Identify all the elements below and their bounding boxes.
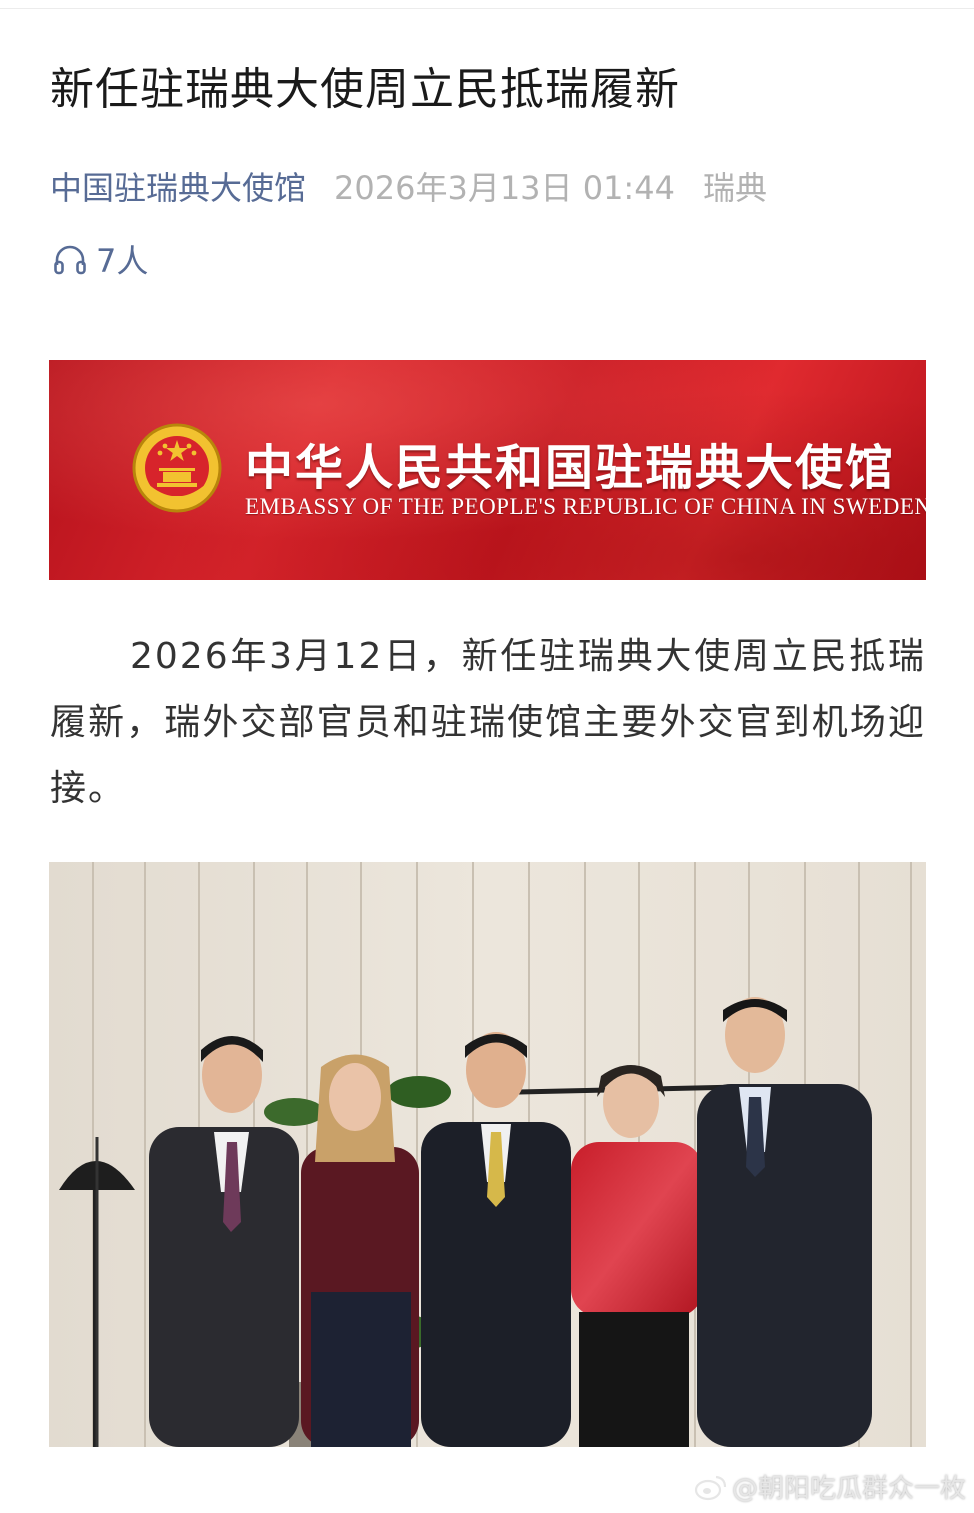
national-emblem-icon	[132, 423, 222, 513]
listen-button[interactable]: 7人	[52, 236, 148, 282]
account-name-link[interactable]: 中国驻瑞典大使馆	[50, 163, 306, 209]
embassy-banner-image: 中华人民共和国驻瑞典大使馆 EMBASSY OF THE PEOPLE'S RE…	[49, 360, 926, 580]
watermark-text: @朝阳吃瓜群众一枚	[731, 1474, 966, 1504]
listen-count: 7人	[96, 242, 149, 280]
article-paragraph: 2026年3月12日，新任驻瑞典大使周立民抵瑞履新，瑞外交部官员和驻瑞使馆主要外…	[50, 636, 926, 809]
article-title: 新任驻瑞典大使周立民抵瑞履新	[50, 64, 680, 115]
banner-title-cn: 中华人民共和国驻瑞典大使馆	[245, 440, 896, 496]
banner-title-en: EMBASSY OF THE PEOPLE'S REPUBLIC OF CHIN…	[245, 494, 926, 519]
article-meta: 中国驻瑞典大使馆 2026年3月13日 01:44 瑞典	[50, 162, 767, 210]
publish-time: 2026年3月13日 01:44	[334, 169, 675, 207]
publish-region: 瑞典	[702, 169, 767, 207]
weibo-logo-icon	[694, 1475, 727, 1500]
group-photo[interactable]	[49, 862, 926, 1447]
weibo-watermark: @朝阳吃瓜群众一枚	[694, 1468, 966, 1505]
top-divider	[0, 8, 974, 9]
headphones-icon	[54, 245, 86, 275]
